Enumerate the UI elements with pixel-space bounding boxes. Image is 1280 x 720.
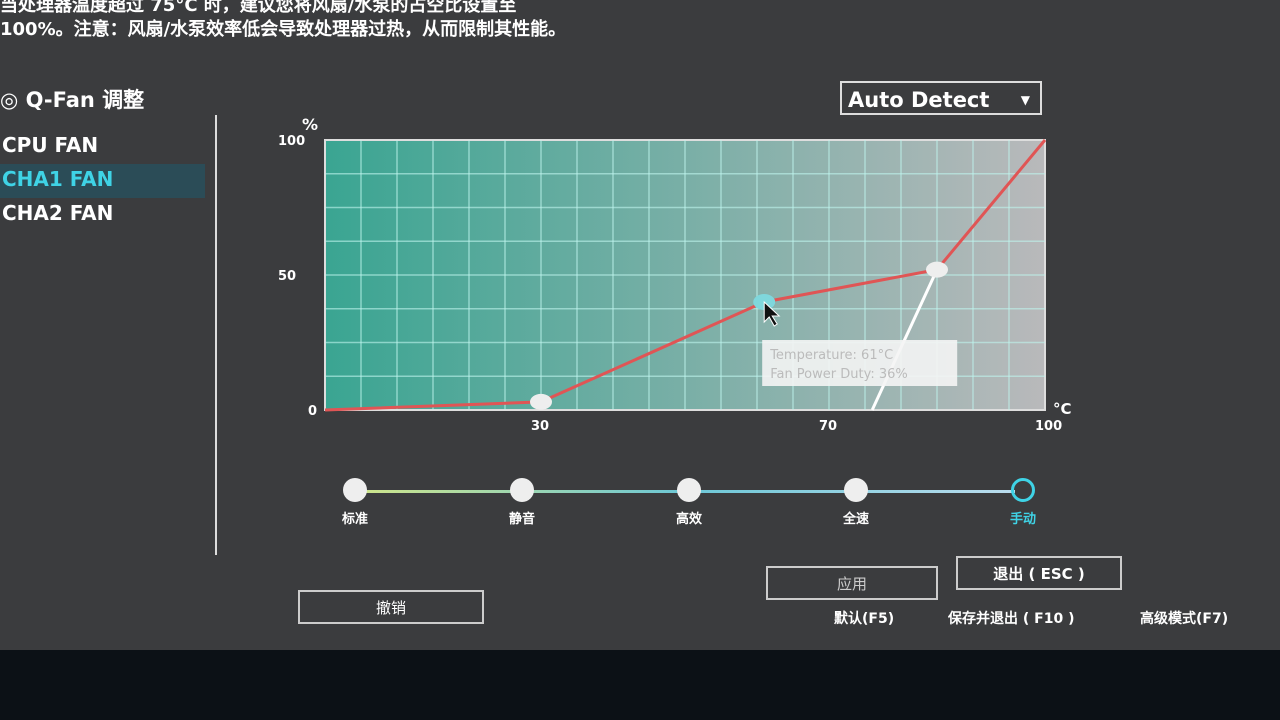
fan-item-cha1[interactable]: CHA1 FAN bbox=[0, 164, 205, 198]
desk-background bbox=[0, 650, 1280, 720]
profile-label: 标准 bbox=[341, 512, 368, 527]
profile-knob bbox=[677, 478, 701, 502]
profile-knob bbox=[1011, 478, 1035, 502]
y-axis-label: % bbox=[302, 115, 318, 134]
undo-button[interactable]: 撤销 bbox=[298, 590, 484, 624]
apply-button[interactable]: 应用 bbox=[766, 566, 938, 600]
x-axis-label: °C bbox=[1053, 400, 1072, 418]
divider bbox=[215, 115, 217, 555]
fan-icon: ◎ bbox=[0, 88, 19, 112]
notice-line-1: 当处理器温度超过 75°C 时，建议您将风扇/水泵的占空比设置至 bbox=[0, 0, 517, 16]
fan-curve-chart[interactable]: % °C 0 50 100 30 70 100 Temperature: 61°C Fan Pow… bbox=[260, 110, 1080, 440]
tooltip-duty: Fan Power Duty: 36% bbox=[770, 367, 908, 382]
qfan-title: ◎ Q-Fan 调整 bbox=[0, 84, 144, 114]
profile-knob bbox=[844, 478, 868, 502]
profile-3[interactable]: 全速 bbox=[842, 478, 870, 527]
profile-label: 静音 bbox=[508, 512, 535, 527]
x-tick-label: 30 bbox=[531, 419, 549, 434]
profile-4[interactable]: 手动 bbox=[1009, 478, 1037, 527]
default-button[interactable]: 默认(F5) bbox=[834, 608, 894, 628]
profile-0[interactable]: 标准 bbox=[341, 478, 369, 527]
profile-knob bbox=[343, 478, 367, 502]
y-tick-label: 0 bbox=[308, 404, 317, 419]
profile-label: 高效 bbox=[675, 512, 702, 527]
profile-label: 全速 bbox=[842, 512, 869, 527]
y-tick-label: 100 bbox=[278, 134, 305, 149]
curve-point[interactable] bbox=[926, 261, 948, 278]
profile-2[interactable]: 高效 bbox=[675, 478, 703, 527]
profile-label: 手动 bbox=[1009, 512, 1036, 527]
notice-line-2: 100%。注意：风扇/水泵效率低会导致处理器过热，从而限制其性能。 bbox=[0, 19, 567, 40]
profile-slider[interactable]: 标准 静音 高效 全速 手动 bbox=[340, 470, 1040, 540]
tooltip-temperature: Temperature: 61°C bbox=[769, 348, 893, 363]
advanced-mode-button[interactable]: 高级模式(F7) bbox=[1140, 608, 1228, 628]
x-tick-label: 100 bbox=[1035, 419, 1062, 434]
exit-button[interactable]: 退出 ( ESC ) bbox=[956, 556, 1122, 590]
notice-text: 当处理器温度超过 75°C 时，建议您将风扇/水泵的占空比设置至 100%。注意：… bbox=[0, 0, 566, 42]
curve-point[interactable] bbox=[530, 393, 552, 410]
profile-1[interactable]: 静音 bbox=[508, 478, 536, 527]
x-tick-label: 70 bbox=[819, 419, 837, 434]
profile-knob bbox=[510, 478, 534, 502]
qfan-title-text: Q-Fan 调整 bbox=[25, 88, 145, 112]
fan-list: CPU FAN CHA1 FAN CHA2 FAN bbox=[0, 130, 205, 232]
fan-item-cpu[interactable]: CPU FAN bbox=[0, 130, 205, 164]
y-tick-label: 50 bbox=[278, 269, 296, 284]
save-exit-button[interactable]: 保存并退出 ( F10 ) bbox=[948, 608, 1074, 628]
fan-item-cha2[interactable]: CHA2 FAN bbox=[0, 198, 205, 232]
source-select-value: Auto Detect bbox=[848, 88, 990, 112]
